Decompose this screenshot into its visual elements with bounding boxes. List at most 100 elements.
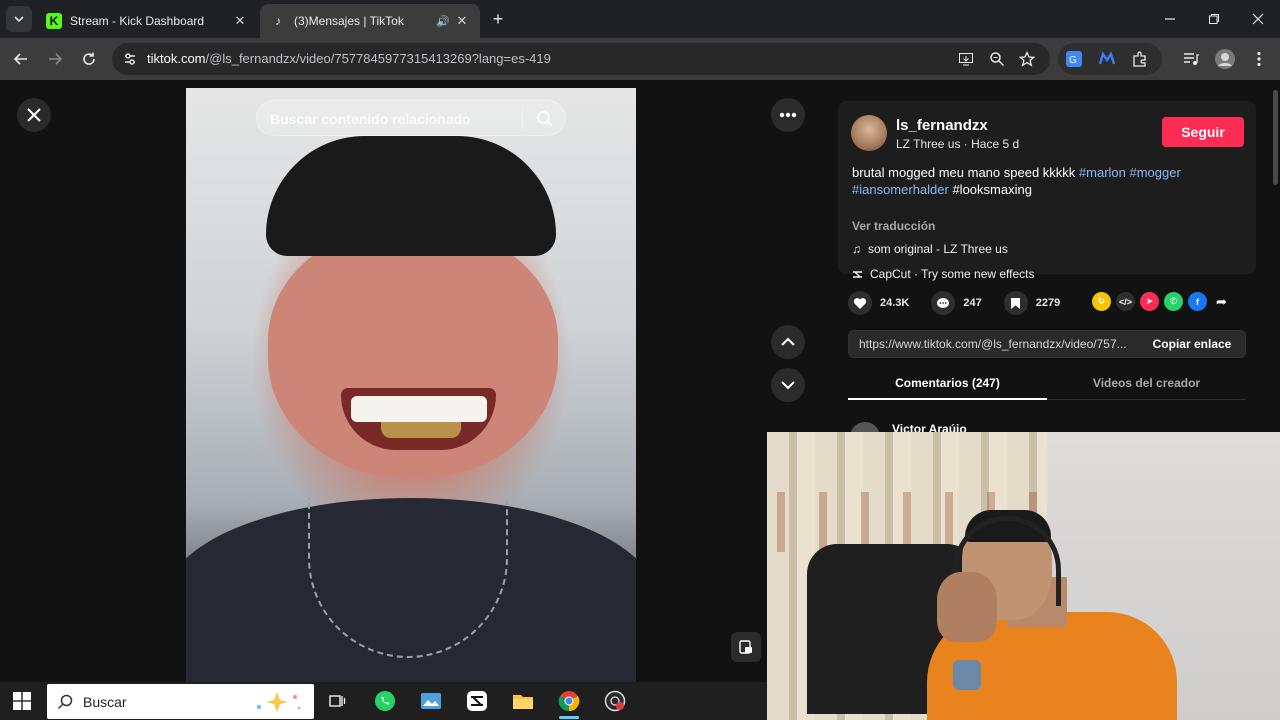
active-app-indicator: [559, 716, 579, 719]
back-arrow-icon: [13, 53, 27, 65]
capcut-app-button[interactable]: [459, 687, 495, 715]
obs-recording-icon: [604, 690, 626, 712]
install-app-icon[interactable]: [958, 51, 974, 67]
share-icons: ↻ </> ➤ ✆ f ➦: [1092, 292, 1231, 311]
scrollbar[interactable]: [1273, 90, 1278, 185]
video-link-text[interactable]: https://www.tiktok.com/@ls_fernandzx/vid…: [859, 337, 1137, 351]
windows-taskbar: Buscar: [0, 682, 767, 720]
file-explorer-button[interactable]: [505, 687, 541, 715]
restore-icon: [1209, 14, 1219, 24]
save-count: 2279: [1035, 297, 1061, 309]
site-settings-icon[interactable]: [122, 51, 138, 67]
hashtag-link[interactable]: #marlon: [1079, 165, 1126, 180]
tab-comments[interactable]: Comentarios (247): [848, 376, 1047, 390]
chevron-down-icon: [14, 16, 24, 23]
restore-button[interactable]: [1192, 0, 1236, 38]
follow-button[interactable]: Seguir: [1162, 117, 1244, 147]
engagement-stats: 24.3K 247 2279: [848, 290, 1082, 316]
video-frame-teeth: [351, 396, 487, 422]
back-button[interactable]: [9, 47, 33, 71]
sparkle-decoration-icon: [257, 692, 301, 712]
copy-link-box: https://www.tiktok.com/@ls_fernandzx/vid…: [848, 330, 1246, 358]
comments-tabs: Comentarios (247) Videos del creador: [848, 370, 1246, 400]
start-button[interactable]: [4, 687, 40, 715]
share-arrow-icon[interactable]: ➦: [1212, 292, 1231, 311]
minimize-button[interactable]: [1148, 0, 1192, 38]
tab-tiktok[interactable]: ♪ (3)Mensajes | TikTok 🔊 ✕: [260, 4, 480, 38]
task-view-icon: [329, 695, 346, 707]
active-tab-underline: [848, 398, 1047, 400]
speaker-icon[interactable]: 🔊: [436, 15, 454, 28]
more-options-button[interactable]: [771, 98, 805, 132]
close-window-button[interactable]: [1236, 0, 1280, 38]
forward-button[interactable]: [43, 47, 67, 71]
capcut-icon: [467, 691, 487, 711]
tiktok-logo-icon: ♪: [275, 14, 281, 28]
tab-search-button[interactable]: [6, 6, 32, 32]
hashtag-link[interactable]: #mogger: [1130, 165, 1181, 180]
video-frame-gold-teeth: [381, 422, 461, 438]
close-video-button[interactable]: [17, 98, 51, 132]
see-translation-link[interactable]: Ver traducción: [852, 219, 935, 233]
music-link[interactable]: ♫ som original - LZ Three us: [852, 242, 1008, 256]
related-search-placeholder: Buscar contenido relacionado: [270, 111, 471, 127]
embed-code-icon[interactable]: </>: [1116, 292, 1135, 311]
close-icon: [27, 108, 41, 122]
taskbar-search-box[interactable]: Buscar: [47, 684, 314, 719]
m-extension-icon[interactable]: [1096, 48, 1118, 70]
floating-player-button[interactable]: [731, 632, 761, 662]
forward-arrow-icon: [49, 53, 63, 65]
close-tab-icon[interactable]: ✕: [232, 13, 248, 29]
bookmark-icon: [1003, 291, 1028, 315]
chrome-menu-icon[interactable]: [1248, 48, 1270, 70]
chrome-icon: [558, 691, 580, 712]
chevron-down-icon: [781, 381, 795, 390]
chrome-app-button[interactable]: [551, 687, 587, 715]
image-app-icon: [421, 693, 441, 709]
task-view-button[interactable]: [319, 687, 355, 715]
facebook-icon[interactable]: f: [1188, 292, 1207, 311]
address-bar[interactable]: tiktok.com/@ls_fernandzx/video/757784597…: [112, 43, 1050, 75]
profile-avatar-icon[interactable]: [1214, 48, 1236, 70]
search-icon[interactable]: [536, 110, 554, 128]
avatar[interactable]: [851, 115, 887, 151]
whatsapp-app-button[interactable]: [367, 687, 403, 715]
comment-stat[interactable]: 247: [931, 291, 982, 315]
effect-link[interactable]: CapCut · Try some new effects: [852, 267, 1035, 281]
reload-button[interactable]: [77, 47, 101, 71]
creator-meta: LZ Three us · Hace 5 d: [896, 137, 1020, 151]
media-controls-icon[interactable]: [1180, 48, 1202, 70]
like-stat[interactable]: 24.3K: [848, 291, 909, 315]
whatsapp-icon[interactable]: ✆: [1164, 292, 1183, 311]
music-note-icon: ♫: [852, 242, 861, 256]
video-player[interactable]: Buscar contenido relacionado: [186, 88, 636, 682]
reload-icon: [83, 52, 95, 65]
video-frame-cap: [266, 136, 556, 256]
new-tab-button[interactable]: +: [487, 8, 509, 30]
like-count: 24.3K: [880, 297, 910, 309]
next-video-button[interactable]: [771, 368, 805, 402]
send-message-icon[interactable]: ➤: [1140, 292, 1159, 311]
bookmark-star-icon[interactable]: [1019, 51, 1035, 67]
description-text: brutal mogged meu mano speed kkkkk: [852, 165, 1079, 180]
url-path: /@ls_fernandzx/video/7577845977315413269…: [205, 51, 551, 66]
tab-kick-dashboard[interactable]: K Stream - Kick Dashboard ✕: [36, 4, 258, 38]
translate-extension-icon[interactable]: G: [1063, 48, 1085, 70]
creator-username[interactable]: ls_fernandzx: [896, 117, 988, 134]
app-button-1[interactable]: [413, 687, 449, 715]
browser-toolbar: tiktok.com/@ls_fernandzx/video/757784597…: [0, 38, 1280, 80]
extensions-puzzle-icon[interactable]: [1129, 48, 1151, 70]
copy-link-button[interactable]: Copiar enlace: [1139, 331, 1245, 357]
tab-creator-videos[interactable]: Videos del creador: [1047, 376, 1246, 390]
zoom-icon[interactable]: [989, 51, 1005, 67]
capcut-icon: [853, 270, 862, 278]
close-icon: [1252, 13, 1264, 25]
hashtag-link[interactable]: #iansomerhalder: [852, 182, 949, 197]
save-stat[interactable]: 2279: [1003, 291, 1061, 315]
related-search-box[interactable]: Buscar contenido relacionado: [256, 100, 566, 136]
repost-icon[interactable]: ↻: [1092, 292, 1111, 311]
close-tab-icon[interactable]: ✕: [454, 13, 470, 29]
webcam-overlay: [767, 432, 1280, 720]
obs-app-button[interactable]: [597, 687, 633, 715]
previous-video-button[interactable]: [771, 325, 805, 359]
